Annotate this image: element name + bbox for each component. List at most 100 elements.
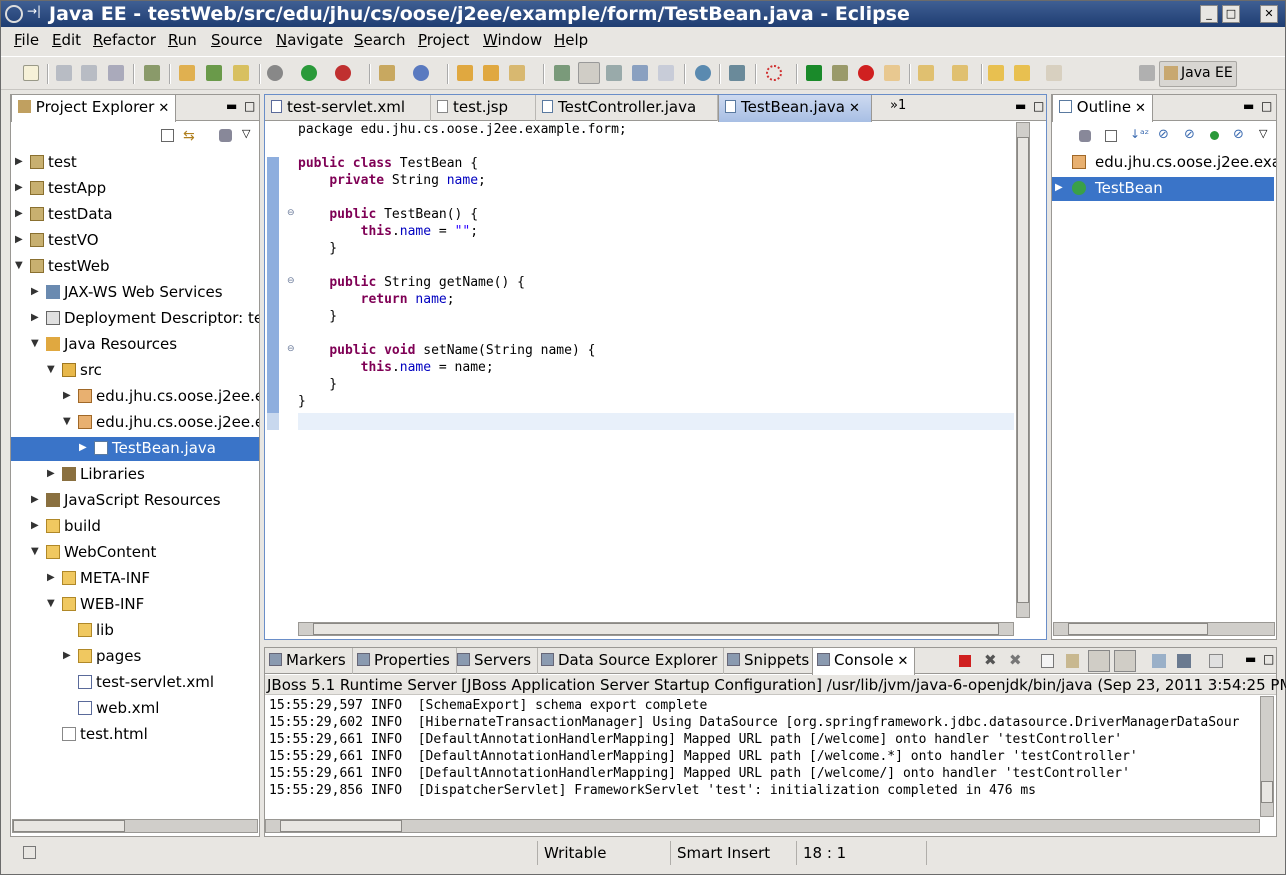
scroll-thumb[interactable]: [1017, 137, 1029, 603]
expanded-arrow-icon[interactable]: ▼: [31, 546, 39, 557]
focus-icon[interactable]: [1079, 130, 1091, 142]
maximize-view-icon[interactable]: □: [244, 99, 255, 113]
perspective-switcher[interactable]: Java EE: [1159, 61, 1237, 87]
menu-navigate[interactable]: Navigate: [276, 31, 343, 49]
back-icon[interactable]: [1014, 65, 1030, 81]
tab-project-explorer[interactable]: Project Explorer ✕: [11, 95, 177, 122]
expanded-arrow-icon[interactable]: ▼: [31, 338, 39, 349]
collapsed-arrow-icon[interactable]: ▶: [31, 494, 39, 505]
scroll-thumb[interactable]: [1068, 623, 1208, 635]
web-browser-icon[interactable]: [695, 65, 711, 81]
menu-search[interactable]: Search: [354, 31, 406, 49]
collapse-all-icon[interactable]: [161, 129, 174, 142]
tree-item[interactable]: web.xml: [11, 697, 259, 721]
suspend-icon[interactable]: [832, 65, 848, 81]
open-type-icon[interactable]: [457, 65, 473, 81]
editor-vertical-scrollbar[interactable]: [1016, 122, 1030, 618]
menu-window[interactable]: Window: [483, 31, 542, 49]
minimize-button[interactable]: _: [1200, 5, 1218, 23]
outline-horizontal-scrollbar[interactable]: [1053, 622, 1275, 636]
filter-icon[interactable]: [219, 129, 232, 142]
explorer-horizontal-scrollbar[interactable]: [12, 819, 258, 833]
collapsed-arrow-icon[interactable]: ▶: [15, 156, 23, 167]
tree-item[interactable]: ▼ edu.jhu.cs.oose.j2ee.e: [11, 411, 259, 435]
tree-item[interactable]: ▼ WEB-INF: [11, 593, 259, 617]
close-button[interactable]: ✕: [1260, 5, 1278, 23]
tree-item[interactable]: ▶ TestBean.java: [11, 437, 259, 461]
outline-item[interactable]: ▶ TestBean: [1052, 177, 1274, 201]
search-icon[interactable]: [509, 65, 525, 81]
previous-annotation-icon[interactable]: [952, 65, 968, 81]
close-icon[interactable]: ✕: [898, 654, 909, 669]
tree-item[interactable]: ▶ Deployment Descriptor: te: [11, 307, 259, 331]
deploy-icon[interactable]: [144, 65, 160, 81]
tree-item[interactable]: test.html: [11, 723, 259, 747]
tree-item[interactable]: ▶ META-INF: [11, 567, 259, 591]
tree-item[interactable]: test-servlet.xml: [11, 671, 259, 695]
collapsed-arrow-icon[interactable]: ▶: [15, 182, 23, 193]
tree-item[interactable]: ▶ testData: [11, 203, 259, 227]
expanded-arrow-icon[interactable]: ▼: [15, 260, 23, 271]
scroll-thumb[interactable]: [13, 820, 125, 832]
tab-console[interactable]: Console ✕: [812, 648, 916, 675]
collapsed-arrow-icon[interactable]: ▶: [63, 650, 71, 661]
save-all-icon[interactable]: [81, 65, 97, 81]
console-horizontal-scrollbar[interactable]: [265, 819, 1260, 833]
new-web-service-icon[interactable]: [413, 65, 429, 81]
open-perspective-icon[interactable]: [1139, 65, 1155, 81]
tab-testbean-java[interactable]: TestBean.java ✕: [718, 95, 872, 122]
view-menu-icon[interactable]: ▽: [242, 127, 250, 140]
tree-item[interactable]: ▶ build: [11, 515, 259, 539]
show-whitespace-icon[interactable]: [632, 65, 648, 81]
save-icon[interactable]: [56, 65, 72, 81]
tree-item[interactable]: ▶ testApp: [11, 177, 259, 201]
tree-item[interactable]: ▶ Libraries: [11, 463, 259, 487]
resume-icon[interactable]: [806, 65, 822, 81]
tree-item[interactable]: ▶ pages: [11, 645, 259, 669]
new-project-icon[interactable]: [179, 65, 195, 81]
maximize-view-icon[interactable]: □: [1261, 99, 1272, 113]
block-selection-icon[interactable]: [606, 65, 622, 81]
minimize-view-icon[interactable]: ▬: [1243, 99, 1254, 113]
tree-item[interactable]: ▼ Java Resources: [11, 333, 259, 357]
tab-test-jsp[interactable]: test.jsp: [431, 95, 536, 121]
tree-item[interactable]: ▶ JavaScript Resources: [11, 489, 259, 513]
collapsed-arrow-icon[interactable]: ▶: [31, 520, 39, 531]
terminate-icon[interactable]: [858, 65, 874, 81]
code-area[interactable]: ⊖ ⊖ ⊖ package edu.jhu.cs.oose.j2ee.examp…: [265, 122, 1046, 621]
maximize-view-icon[interactable]: □: [1263, 652, 1274, 666]
expanded-arrow-icon[interactable]: ▼: [63, 416, 71, 427]
show-paragraph-icon[interactable]: [658, 65, 674, 81]
collapsed-arrow-icon[interactable]: ▶: [63, 390, 71, 401]
view-menu-icon[interactable]: ▽: [1259, 127, 1267, 140]
link-with-editor-icon[interactable]: ⇆: [183, 128, 195, 144]
open-console-icon[interactable]: [1209, 654, 1223, 668]
console-vertical-scrollbar[interactable]: [1260, 696, 1274, 817]
tab-data-source-explorer[interactable]: Data Source Explorer: [537, 648, 725, 674]
close-icon[interactable]: ✕: [1135, 101, 1146, 116]
menu-edit[interactable]: Edit: [52, 31, 81, 49]
new-package-icon[interactable]: [206, 65, 222, 81]
outline-item[interactable]: edu.jhu.cs.oose.j2ee.exa: [1052, 151, 1276, 175]
collapsed-arrow-icon[interactable]: ▶: [31, 286, 39, 297]
scroll-lock-icon[interactable]: [1066, 654, 1079, 668]
collapsed-arrow-icon[interactable]: ▶: [31, 312, 39, 323]
tree-item[interactable]: ▼ testWeb: [11, 255, 259, 279]
new-class-icon[interactable]: [233, 65, 249, 81]
collapsed-arrow-icon[interactable]: ▶: [1055, 182, 1063, 193]
skip-breakpoints-icon[interactable]: [766, 65, 782, 81]
hide-fields-icon[interactable]: ⊘: [1158, 127, 1169, 142]
external-tools-icon[interactable]: [335, 65, 351, 81]
forward-icon[interactable]: [1046, 65, 1062, 81]
tab-overflow-indicator[interactable]: »1: [890, 98, 906, 113]
display-selected-console-icon[interactable]: [1177, 654, 1191, 668]
print-icon[interactable]: [108, 65, 124, 81]
tab-properties[interactable]: Properties: [353, 648, 457, 674]
fold-toggle-icon[interactable]: ⊖: [287, 344, 295, 354]
scroll-thumb[interactable]: [313, 623, 999, 635]
hide-non-public-icon[interactable]: [1210, 131, 1219, 140]
collapsed-arrow-icon[interactable]: ▶: [79, 442, 87, 453]
pin-console-icon[interactable]: [1152, 654, 1166, 668]
collapse-all-icon[interactable]: [1105, 130, 1117, 142]
highlight-icon[interactable]: [578, 62, 600, 84]
